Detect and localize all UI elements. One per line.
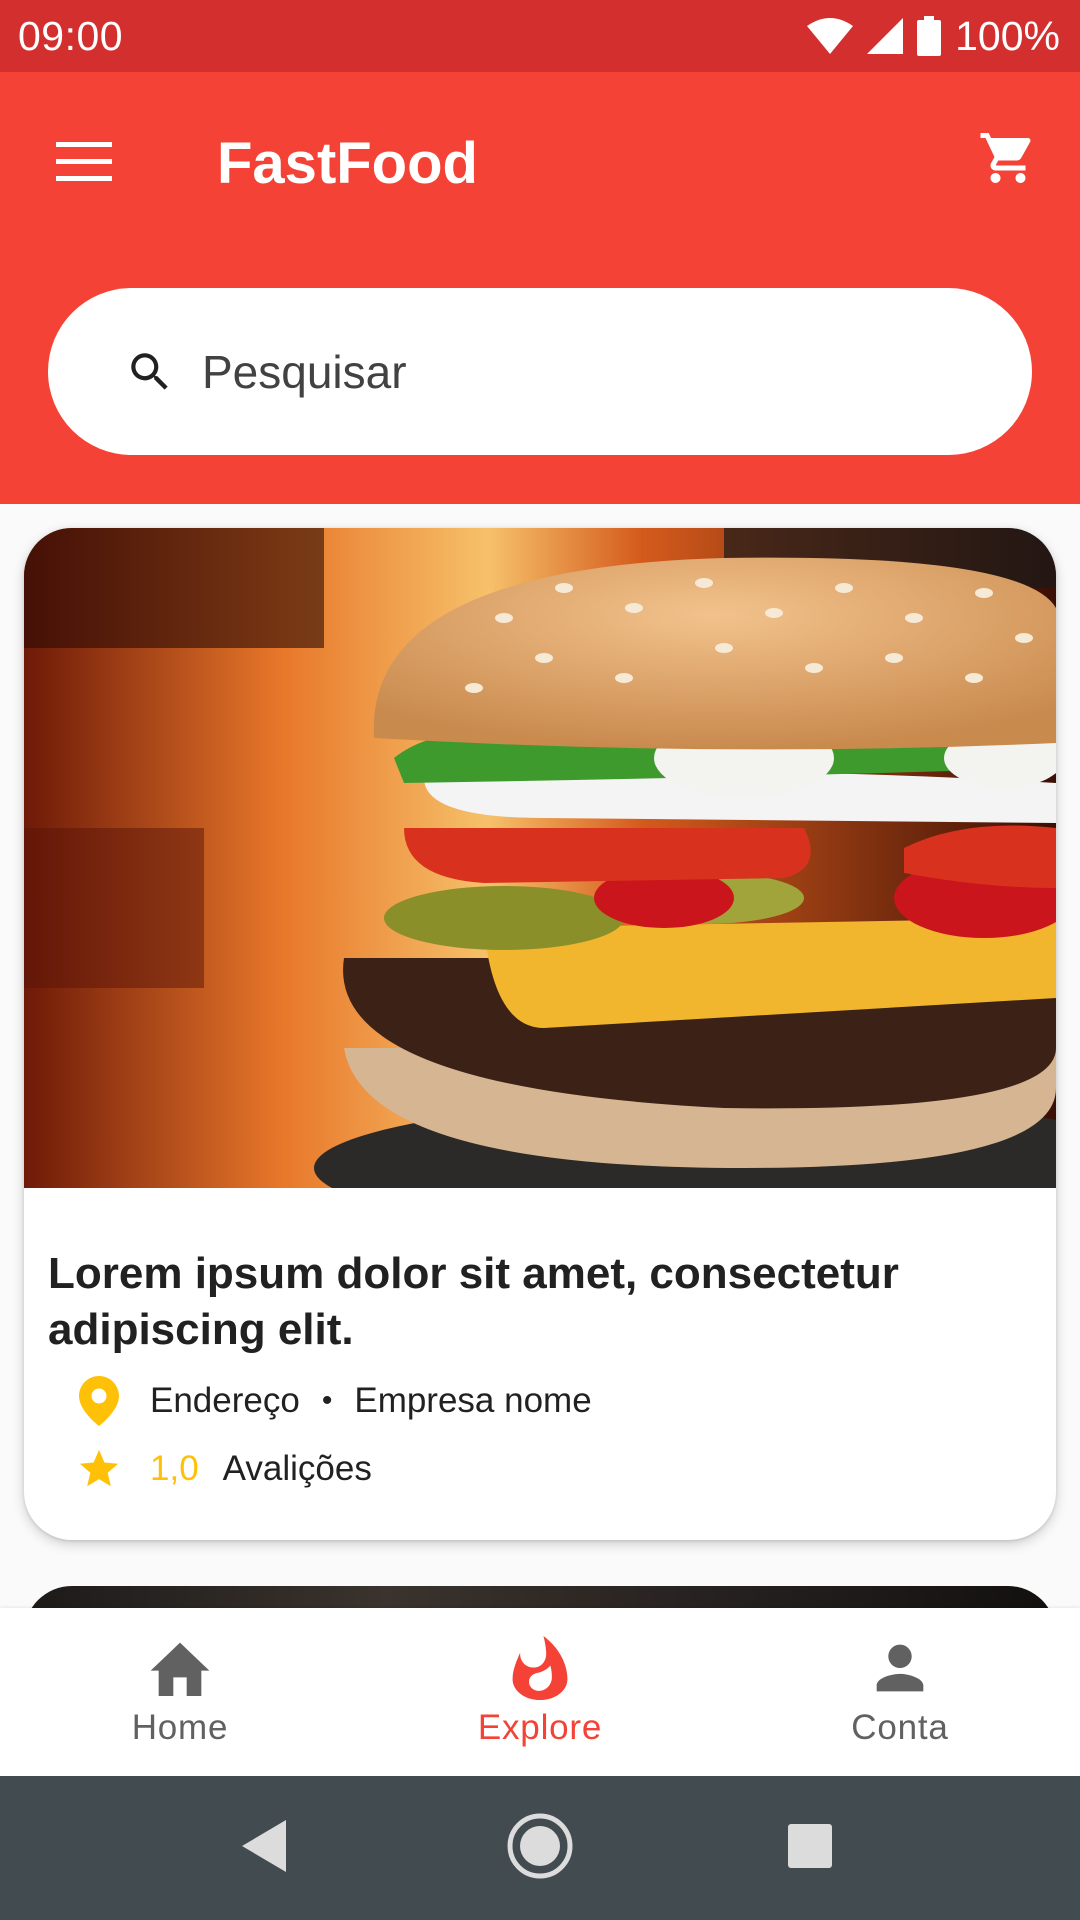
nav-explore-label: Explore (477, 1708, 603, 1747)
nav-account[interactable]: Conta (720, 1608, 1080, 1776)
company-name: Empresa nome (354, 1381, 592, 1420)
wifi-icon (807, 18, 854, 54)
battery-percent: 100% (955, 12, 1060, 59)
person-icon (868, 1636, 932, 1700)
star-icon (74, 1444, 124, 1494)
card-title: Lorem ipsum dolor sit amet, consectetur … (48, 1249, 899, 1354)
bottom-navigation: Home Explore Conta (0, 1608, 1080, 1776)
separator-dot: • (321, 1384, 333, 1417)
fire-icon (508, 1636, 572, 1700)
search-input[interactable] (202, 331, 962, 412)
menu-button[interactable] (42, 122, 126, 206)
status-bar: 09:00 100% (0, 0, 1080, 72)
menu-icon (56, 141, 112, 187)
app-title: FastFood (217, 131, 478, 196)
reviews-label: Avalições (222, 1449, 372, 1488)
burger-photo (24, 528, 1056, 1188)
search-bar[interactable] (48, 288, 1032, 455)
back-icon (242, 1819, 290, 1877)
restaurant-list[interactable]: Lorem ipsum dolor sit amet, consectetur … (0, 504, 1080, 1608)
cell-signal-icon (867, 18, 904, 54)
location-pin-icon (74, 1376, 124, 1426)
home-icon (148, 1636, 212, 1700)
app-bar: FastFood (0, 72, 1080, 504)
status-icons: 100% (807, 13, 1060, 60)
home-circle-icon (506, 1812, 574, 1885)
nav-account-label: Conta (851, 1708, 949, 1747)
home-system-button[interactable] (504, 1812, 576, 1884)
system-navigation-bar (0, 1776, 1080, 1920)
rating-row: 1,0 Avalições (74, 1444, 372, 1494)
search-icon (122, 344, 178, 400)
nav-home[interactable]: Home (0, 1608, 360, 1776)
recents-icon (786, 1822, 834, 1875)
address-text: Endereço (150, 1381, 300, 1420)
nav-home-label: Home (131, 1708, 229, 1747)
back-button[interactable] (230, 1812, 302, 1884)
restaurant-card-partial[interactable] (24, 1586, 1056, 1608)
status-time: 09:00 (18, 12, 124, 59)
battery-icon (917, 16, 942, 56)
nav-explore[interactable]: Explore (360, 1608, 720, 1776)
address-row: Endereço • Empresa nome (74, 1376, 592, 1426)
rating-value: 1,0 (150, 1449, 199, 1488)
restaurant-card[interactable]: Lorem ipsum dolor sit amet, consectetur … (24, 528, 1056, 1540)
cart-button[interactable] (966, 118, 1050, 202)
recents-button[interactable] (774, 1812, 846, 1884)
cart-icon (978, 128, 1038, 193)
